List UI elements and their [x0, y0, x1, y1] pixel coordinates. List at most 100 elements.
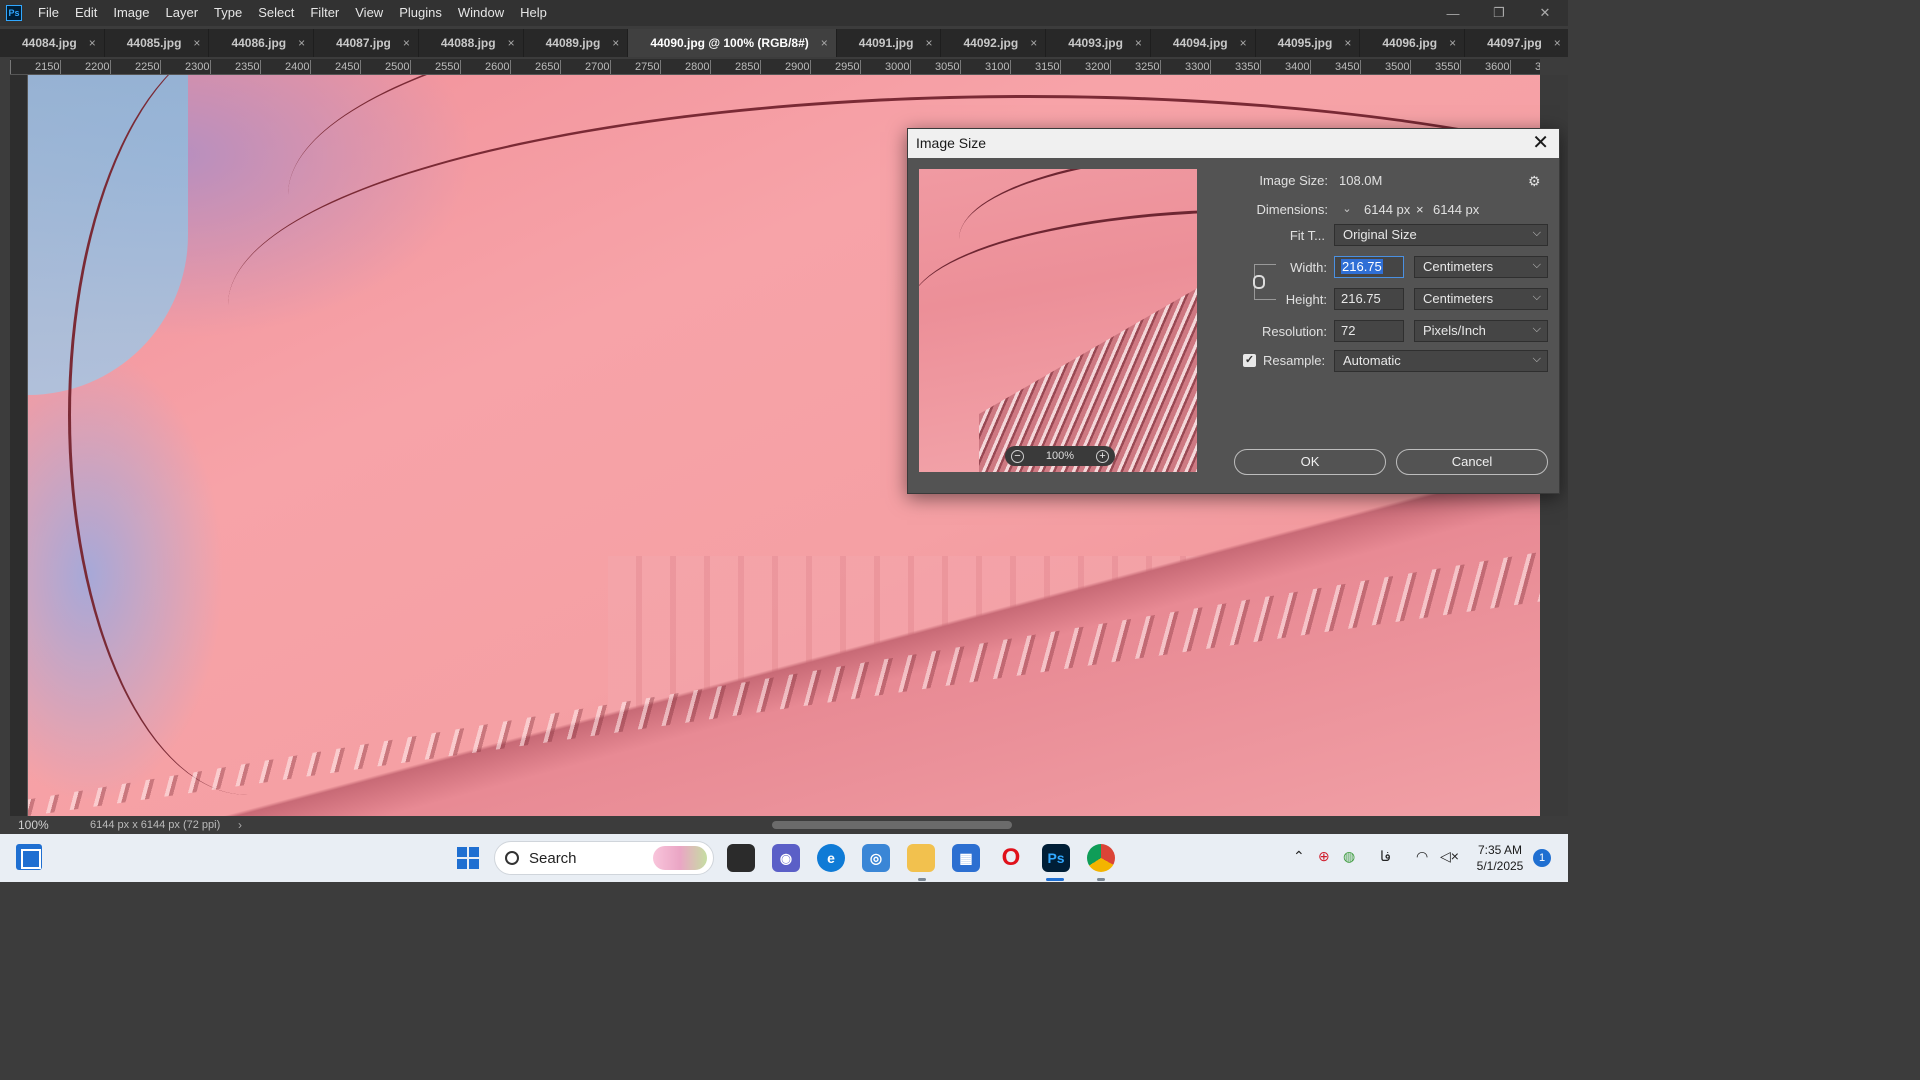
tab-label: 44091.jpg [858, 36, 914, 50]
status-zoom[interactable]: 100% [0, 818, 60, 832]
zoom-out-icon[interactable]: − [1011, 449, 1024, 463]
menu-type[interactable]: Type [206, 0, 250, 26]
fit-to-dropdown[interactable]: Original Size ⌵ [1334, 224, 1548, 246]
tab-document[interactable]: 44085.jpg × [105, 29, 210, 57]
tab-close-icon[interactable]: × [1554, 36, 1561, 50]
network-app-icon[interactable]: ◍ [1343, 848, 1355, 865]
dimensions-times: × [1416, 202, 1424, 217]
dialog-close-icon[interactable]: ✕ [1532, 129, 1549, 158]
tab-document[interactable]: 44084.jpg × [0, 29, 105, 57]
task-view-icon[interactable] [727, 844, 755, 872]
tab-document[interactable]: 44092.jpg × [941, 29, 1047, 57]
chevron-down-icon[interactable]: ⌄ [1340, 203, 1354, 217]
menu-view[interactable]: View [347, 0, 391, 26]
widgets-icon[interactable] [16, 844, 42, 870]
resample-checkbox[interactable]: ✓ [1243, 354, 1256, 367]
minimize-icon[interactable]: — [1430, 0, 1476, 26]
dimensions-label: Dimensions: [1256, 202, 1328, 217]
resample-dropdown[interactable]: Automatic ⌵ [1334, 350, 1548, 372]
status-arrow-icon[interactable]: › [230, 818, 250, 832]
tab-document[interactable]: 44095.jpg × [1256, 29, 1361, 57]
tab-close-icon[interactable]: × [1135, 36, 1142, 50]
tab-document[interactable]: 44089.jpg × [524, 29, 629, 57]
tab-close-icon[interactable]: × [298, 36, 305, 50]
tab-close-icon[interactable]: × [925, 36, 932, 50]
zoom-in-icon[interactable]: + [1095, 449, 1109, 463]
chrome-icon[interactable] [1087, 844, 1115, 872]
height-input[interactable]: 216.75 [1334, 288, 1404, 310]
language-indicator[interactable]: فا [1380, 848, 1391, 865]
tab-close-icon[interactable]: × [193, 36, 200, 50]
ruler-horizontal[interactable]: 2150 2200 2250 2300 2350 2400 2450 2500 2550 2600… [10, 59, 1540, 75]
ruler-vertical[interactable] [10, 75, 28, 816]
tab-close-icon[interactable]: × [1030, 36, 1037, 50]
ruler-tick-label: 3100 [960, 60, 1010, 74]
menu-plugins[interactable]: Plugins [391, 0, 450, 26]
tab-close-icon[interactable]: × [89, 36, 96, 50]
start-icon[interactable] [454, 844, 482, 872]
resolution-unit-dropdown[interactable]: Pixels/Inch ⌵ [1414, 320, 1548, 342]
store-icon[interactable]: ▦ [952, 844, 980, 872]
tab-document[interactable]: 44087.jpg × [314, 29, 419, 57]
tab-document[interactable]: 44091.jpg × [837, 29, 942, 57]
menu-file[interactable]: File [30, 0, 67, 26]
menu-edit[interactable]: Edit [67, 0, 105, 26]
taskbar-clock[interactable]: 7:35 AM 5/1/2025 [1470, 842, 1530, 874]
resolution-input-value: 72 [1341, 323, 1356, 338]
volume-muted-icon[interactable]: ◁× [1440, 848, 1459, 865]
menu-window[interactable]: Window [450, 0, 512, 26]
wifi-icon[interactable]: ◠ [1416, 848, 1428, 865]
tab-close-icon[interactable]: × [612, 36, 619, 50]
height-unit-value: Centimeters [1423, 291, 1494, 306]
restore-icon[interactable]: ❐ [1476, 0, 1522, 26]
edge-icon[interactable]: e [817, 844, 845, 872]
tab-document[interactable]: 44097.jpg × [1465, 29, 1568, 57]
tab-document[interactable]: 44096.jpg × [1360, 29, 1466, 57]
tab-document[interactable]: 44088.jpg × [419, 29, 524, 57]
notification-badge[interactable]: 1 [1533, 849, 1551, 867]
menu-layer[interactable]: Layer [158, 0, 207, 26]
vpn-icon[interactable]: ⊕ [1318, 848, 1330, 865]
image-preview[interactable]: − 100% + [919, 169, 1197, 472]
tab-close-icon[interactable]: × [821, 36, 828, 50]
tab-close-icon[interactable]: × [1449, 36, 1456, 50]
ruler-tick-label: 3500 [1360, 60, 1410, 74]
ok-button[interactable]: OK [1234, 449, 1386, 475]
fit-to-value: Original Size [1343, 227, 1417, 242]
gear-icon[interactable]: ⚙ [1528, 173, 1541, 190]
opera-icon[interactable]: O [997, 844, 1025, 872]
tab-close-icon[interactable]: × [1344, 36, 1351, 50]
tab-close-icon[interactable]: × [1240, 36, 1247, 50]
photoshop-taskbar-icon[interactable]: Ps [1042, 844, 1070, 872]
tab-label: 44096.jpg [1382, 36, 1438, 50]
teams-icon[interactable]: ◉ [772, 844, 800, 872]
tab-document[interactable]: 44093.jpg × [1046, 29, 1151, 57]
file-explorer-icon[interactable] [907, 844, 935, 872]
menu-image[interactable]: Image [105, 0, 157, 26]
tab-document[interactable]: 44086.jpg × [209, 29, 315, 57]
width-unit-dropdown[interactable]: Centimeters ⌵ [1414, 256, 1548, 278]
tray-chevron-up-icon[interactable]: ⌃ [1293, 848, 1305, 865]
ruler-tick-label: 2150 [10, 60, 60, 74]
link-icon[interactable] [1253, 275, 1265, 289]
resolution-input[interactable]: 72 [1334, 320, 1404, 342]
menu-help[interactable]: Help [512, 0, 555, 26]
width-input[interactable]: 216.75 [1334, 256, 1404, 278]
tab-label: 44088.jpg [440, 36, 496, 50]
preview-zoom-control: − 100% + [1005, 446, 1115, 466]
tab-close-icon[interactable]: × [403, 36, 410, 50]
taskbar-search[interactable]: Search [494, 841, 714, 875]
height-unit-dropdown[interactable]: Centimeters ⌵ [1414, 288, 1548, 310]
menu-select[interactable]: Select [250, 0, 302, 26]
menu-filter[interactable]: Filter [302, 0, 347, 26]
ruler-tick-label: 2850 [710, 60, 760, 74]
horizontal-scroll-thumb[interactable] [772, 821, 1012, 829]
tab-active-document[interactable]: 44090.jpg @ 100% (RGB/8#) × [628, 29, 837, 57]
status-doc-info: 6144 px x 6144 px (72 ppi) [90, 819, 221, 831]
tab-close-icon[interactable]: × [508, 36, 515, 50]
tab-document[interactable]: 44094.jpg × [1151, 29, 1256, 57]
cancel-button[interactable]: Cancel [1396, 449, 1548, 475]
close-icon[interactable]: ✕ [1522, 0, 1568, 26]
horizontal-scrollbar[interactable] [262, 820, 1532, 830]
lens-icon[interactable]: ◎ [862, 844, 890, 872]
